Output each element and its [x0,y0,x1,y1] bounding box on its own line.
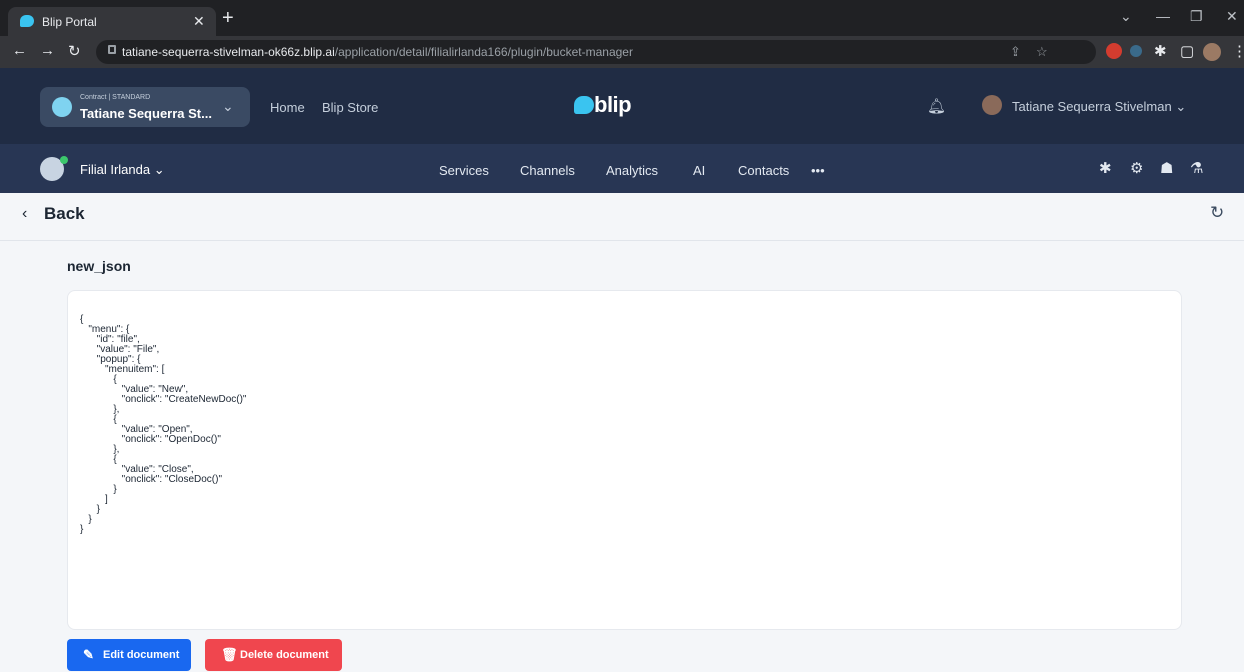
browser-tab-bar: Blip Portal ✕ + ⌄ — ❐ ✕ [0,0,1244,36]
back-button[interactable]: Back [44,204,85,224]
contract-icon [52,97,72,117]
omnibox[interactable]: tatiane-sequerra-stivelman-ok66z.blip.ai… [96,40,1096,64]
side-panel-icon[interactable]: ▢ [1180,42,1194,60]
tab-ai[interactable]: AI [693,163,705,178]
user-menu[interactable]: Tatiane Sequerra Stivelman ⌄ [1012,99,1186,115]
page-toolbar: ‹ Back ↻ [0,193,1244,241]
blip-logo-icon [574,96,594,114]
pencil-icon: ✎ [83,647,94,662]
blip-favicon-icon [20,15,34,27]
online-status-indicator [60,156,68,164]
close-tab-icon[interactable]: ✕ [193,13,205,30]
app-header: Contract | STANDARD Tatiane Sequerra St.… [0,68,1244,144]
address-bar-row: ← → ↻ tatiane-sequerra-stivelman-ok66z.b… [0,36,1244,68]
refresh-icon[interactable]: ↻ [1210,203,1224,223]
bell-icon[interactable]: 🔔︎ [927,97,946,115]
contract-selector[interactable]: Contract | STANDARD Tatiane Sequerra St.… [40,87,250,127]
puzzle-extensions-icon[interactable]: ✱ [1154,42,1167,60]
close-window-icon[interactable]: ✕ [1226,8,1238,25]
tab-contacts[interactable]: Contacts [738,163,789,178]
chevron-down-icon: ⌄ [222,98,234,114]
lock-icon [108,45,116,54]
tab-search-icon[interactable]: ⌄ [1120,8,1132,25]
nav-home[interactable]: Home [270,100,305,115]
bot-navbar: Filial Irlanda ⌄ Services Channels Analy… [0,144,1244,193]
contract-label: Contract | STANDARD [80,94,151,101]
nav-blip-store[interactable]: Blip Store [322,100,378,115]
tab-title: Blip Portal [42,15,97,29]
tab-services[interactable]: Services [439,163,489,178]
new-tab-icon[interactable]: + [222,8,234,28]
bot-selector[interactable]: Filial Irlanda ⌄ [80,162,165,178]
team-icon[interactable]: ☗ [1160,159,1173,177]
restore-icon[interactable]: ❐ [1190,8,1203,25]
page-title: new_json [67,258,131,274]
more-menu-icon[interactable]: ••• [811,163,825,178]
reload-icon[interactable]: ↻ [68,42,81,60]
delete-document-button[interactable]: 🗑︎ Delete document [205,639,342,671]
menu-dots-icon[interactable]: ⋮ [1232,42,1244,60]
bookmark-star-icon[interactable]: ☆ [1036,44,1048,60]
share-icon[interactable]: ⇪ [1010,44,1021,60]
json-content: { "menu": { "id": "file", "value": "File… [80,314,247,535]
extension-icon[interactable] [1106,43,1122,59]
edit-document-button[interactable]: ✎ Edit document [67,639,191,671]
trash-icon: 🗑︎ [221,647,238,662]
profile-avatar-icon[interactable] [1203,43,1221,61]
minimize-icon[interactable]: — [1156,8,1170,24]
flask-icon[interactable]: ⚗ [1190,159,1203,177]
tab-analytics[interactable]: Analytics [606,163,658,178]
puzzle-icon[interactable]: ✱ [1099,159,1112,177]
json-document-card: { "menu": { "id": "file", "value": "File… [67,290,1182,630]
browser-tab[interactable]: Blip Portal ✕ [8,7,216,36]
forward-arrow-icon[interactable]: → [40,42,55,59]
url-text[interactable]: tatiane-sequerra-stivelman-ok66z.blip.ai… [122,45,633,59]
tab-channels[interactable]: Channels [520,163,575,178]
back-arrow-icon[interactable]: ← [12,42,27,59]
chevron-left-icon[interactable]: ‹ [22,205,27,223]
extension-icon[interactable] [1130,45,1142,57]
gear-icon[interactable]: ⚙ [1130,159,1143,177]
contract-name: Tatiane Sequerra St... [80,106,212,121]
avatar[interactable] [982,95,1002,115]
